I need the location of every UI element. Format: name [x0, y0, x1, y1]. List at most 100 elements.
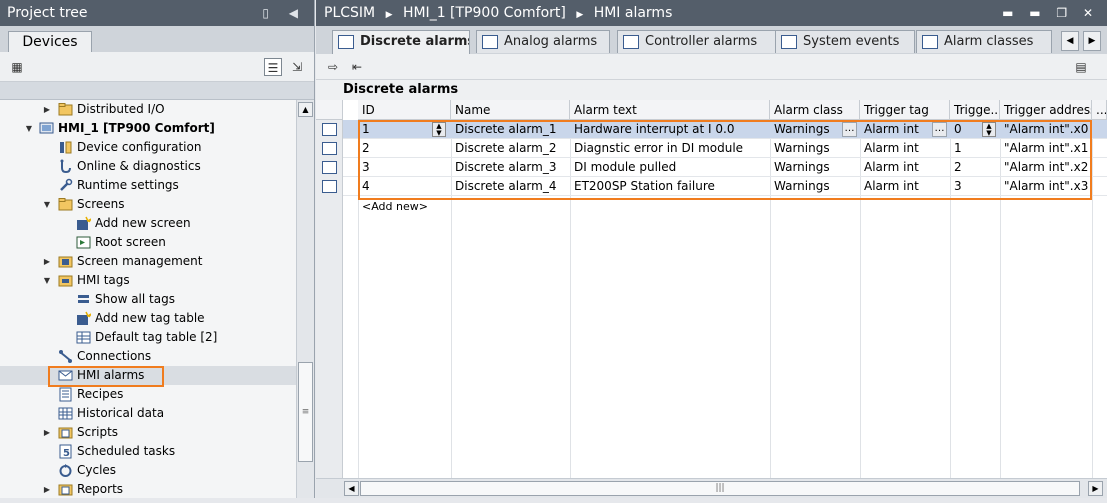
tree-item-show-all-tags[interactable]: Show all tags: [0, 290, 296, 309]
tree-scrollbar[interactable]: ▲ ≡: [296, 100, 314, 498]
tab-controller-alarms[interactable]: Controller alarms: [617, 30, 777, 53]
tree-item-label: Show all tags: [95, 292, 175, 306]
collapse-arrow-icon[interactable]: ▼: [24, 119, 34, 138]
add-row-icon[interactable]: ⇤: [348, 58, 366, 76]
tab-discrete-alarms[interactable]: Discrete alarms: [332, 30, 470, 54]
tree-item-connections[interactable]: Connections: [0, 347, 296, 366]
tree-item-label: Reports: [77, 482, 124, 496]
panel-controls[interactable]: ▯ ◀: [262, 0, 306, 26]
section-title: Discrete alarms: [343, 82, 459, 97]
tree-item-scheduled-tasks[interactable]: 5 Scheduled tasks: [0, 442, 296, 461]
tree-item-cycles[interactable]: Cycles: [0, 461, 296, 480]
tree-item-label: Runtime settings: [77, 178, 179, 192]
tree-item-label: Screens: [77, 197, 125, 211]
tag-table-icon: [76, 330, 91, 345]
runtime-settings-icon: [58, 178, 73, 193]
collapse-arrow-icon[interactable]: ▼: [42, 271, 52, 290]
tab-label: Controller alarms: [645, 34, 758, 49]
add-new-icon: [76, 311, 92, 326]
system-events-icon: [781, 35, 797, 49]
tree-item-add-new-tag-table[interactable]: Add new tag table: [0, 309, 296, 328]
tree-item-screen-management[interactable]: ▶ Screen management: [0, 252, 296, 271]
scroll-up-icon[interactable]: ▲: [298, 102, 313, 117]
column-header-trigger-tag[interactable]: Trigger tag: [860, 100, 950, 120]
folder-icon: [58, 273, 73, 288]
tree-item-scripts[interactable]: ▶ Scripts: [0, 423, 296, 442]
folder-icon: [58, 482, 73, 497]
column-header-trigger-address[interactable]: Trigger address: [1000, 100, 1092, 120]
alarm-row-icon: [322, 161, 337, 174]
alarm-row-icon: [322, 180, 337, 193]
tree-item-label: Screen management: [77, 254, 203, 268]
tab-label: System events: [803, 34, 900, 49]
horizontal-scrollbar[interactable]: ◀ ||| ▶: [316, 478, 1107, 498]
tree-item-label: Scripts: [77, 425, 119, 439]
tree-export-icon[interactable]: ⇲: [288, 58, 306, 76]
tree-item-label: Root screen: [95, 235, 166, 249]
collapse-arrow-icon[interactable]: ▼: [42, 195, 52, 214]
tree-item-screens[interactable]: ▼ Screens: [0, 195, 296, 214]
tree-item-add-new-screen[interactable]: Add new screen: [0, 214, 296, 233]
tree-item-default-tag-table[interactable]: Default tag table [2]: [0, 328, 296, 347]
editor-settings-icon[interactable]: ▤: [1072, 58, 1090, 76]
hmi-alarms-highlight: [48, 366, 164, 387]
tab-analog-alarms[interactable]: Analog alarms: [476, 30, 610, 53]
folder-icon: [58, 425, 73, 440]
column-header-alarm-class[interactable]: Alarm class: [770, 100, 860, 120]
tree-item-distributed-io[interactable]: ▶ Distributed I/O: [0, 100, 296, 119]
tree-item-root-screen[interactable]: Root screen: [0, 233, 296, 252]
tree-properties-icon[interactable]: ▦: [8, 58, 26, 76]
tree-item-hmi-1[interactable]: ▼ HMI_1 [TP900 Comfort]: [0, 119, 296, 138]
tree-item-device-configuration[interactable]: Device configuration: [0, 138, 296, 157]
tab-devices[interactable]: Devices: [8, 31, 92, 52]
project-tree-toolbar: ▦ ☰ ⇲: [0, 52, 314, 82]
tab-alarm-classes[interactable]: Alarm classes: [916, 30, 1052, 53]
devices-tab-bar: Devices: [0, 26, 314, 52]
tree-header: [0, 82, 314, 100]
expand-arrow-icon[interactable]: ▶: [42, 252, 52, 271]
scrollbar-thumb[interactable]: |||: [360, 481, 1080, 496]
column-header-alarm-text[interactable]: Alarm text: [570, 100, 770, 120]
tab-scroll-left-icon[interactable]: ◀: [1061, 31, 1079, 51]
tree-item-hmi-tags[interactable]: ▼ HMI tags: [0, 271, 296, 290]
column-header-id[interactable]: ID: [358, 100, 451, 120]
tree-item-label: Connections: [77, 349, 152, 363]
list-view-icon[interactable]: ☰: [264, 58, 282, 76]
scheduled-tasks-icon: 5: [58, 444, 73, 459]
connections-icon: [58, 349, 73, 364]
expand-arrow-icon[interactable]: ▶: [42, 480, 52, 499]
editor-toolbar: ⇨ ⇤ ▤: [316, 54, 1107, 80]
project-tree: ▶ Distributed I/O ▼ HMI_1 [TP900 Comfort…: [0, 100, 296, 498]
scroll-right-icon[interactable]: ▶: [1088, 481, 1103, 496]
tree-item-reports[interactable]: ▶ Reports: [0, 480, 296, 499]
column-header-name[interactable]: Name: [451, 100, 570, 120]
expand-arrow-icon[interactable]: ▶: [42, 100, 52, 119]
scrollbar-thumb[interactable]: ≡: [298, 362, 313, 462]
tree-item-label: Default tag table [2]: [95, 330, 218, 344]
tab-label: Analog alarms: [504, 34, 598, 49]
folder-icon: [58, 102, 73, 117]
breadcrumb-plcsim: PLCSIM: [324, 5, 376, 21]
project-tree-title-bar: Project tree ▯ ◀: [0, 0, 314, 26]
screen-icon: [76, 235, 91, 250]
tree-item-label: HMI_1 [TP900 Comfort]: [58, 121, 215, 135]
tab-scroll-right-icon[interactable]: ▶: [1083, 31, 1101, 51]
insert-row-icon[interactable]: ⇨: [324, 58, 342, 76]
expand-arrow-icon[interactable]: ▶: [42, 423, 52, 442]
alarm-row-icon: [322, 142, 337, 155]
tree-item-historical-data[interactable]: Historical data: [0, 404, 296, 423]
cycles-icon: [58, 463, 73, 478]
column-header-more[interactable]: ...: [1092, 100, 1107, 120]
scroll-left-icon[interactable]: ◀: [344, 481, 359, 496]
tree-item-recipes[interactable]: Recipes: [0, 385, 296, 404]
alarm-row-icon: [322, 123, 337, 136]
tree-item-online-diagnostics[interactable]: Online & diagnostics: [0, 157, 296, 176]
breadcrumb-hmi-alarms: HMI alarms: [593, 5, 673, 21]
tab-system-events[interactable]: System events: [775, 30, 915, 53]
breadcrumb-separator-icon: ▶: [385, 10, 393, 20]
column-header-trigger-bit[interactable]: Trigge...: [950, 100, 1000, 120]
tree-item-runtime-settings[interactable]: Runtime settings: [0, 176, 296, 195]
window-controls[interactable]: ▬ ▬ ❐ ✕: [1002, 0, 1099, 26]
folder-icon: [58, 197, 73, 212]
breadcrumb-hmi-1: HMI_1 [TP900 Comfort]: [402, 5, 566, 21]
